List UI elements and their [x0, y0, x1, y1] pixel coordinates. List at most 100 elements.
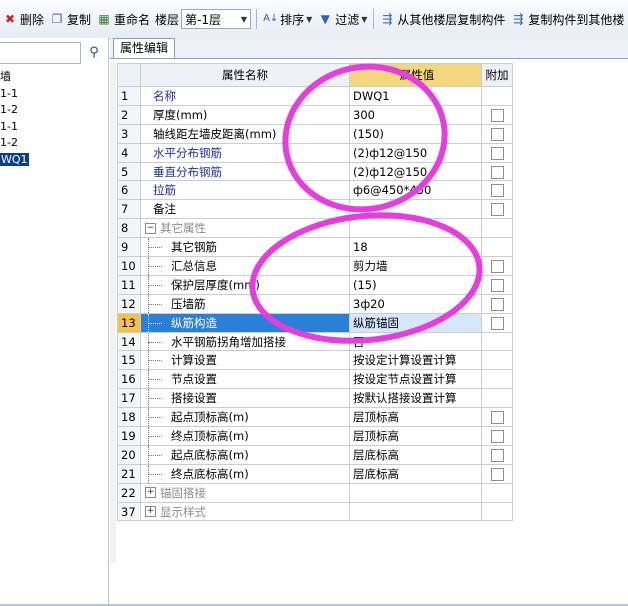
property-value[interactable] — [349, 199, 482, 220]
property-value[interactable]: 3ф20 — [349, 293, 482, 314]
copy-from-other-floors-button[interactable]: ⇶ 从其他楼层复制构件 — [377, 8, 508, 30]
header-name[interactable]: 属性名称 — [140, 63, 350, 87]
property-name-cell[interactable]: 汇总信息 — [140, 256, 350, 276]
collapse-icon[interactable]: − — [145, 222, 156, 234]
search-input[interactable] — [0, 42, 81, 64]
attach-checkbox[interactable] — [490, 259, 504, 273]
property-name-cell[interactable]: 保护层厚度(mm) — [140, 274, 350, 295]
grid-row[interactable]: 11 保护层厚度(mm) (15) — [117, 274, 513, 295]
attach-checkbox[interactable] — [490, 411, 504, 425]
tree-item[interactable]: 1-1 — [0, 86, 108, 103]
property-name-cell[interactable]: 水平分布钢筋 — [140, 142, 350, 163]
grid-row[interactable]: 1 名称 DWQ1 — [117, 86, 513, 106]
property-value[interactable]: ф6@450*450 — [349, 180, 482, 201]
attach-checkbox[interactable] — [490, 448, 504, 462]
grid-row[interactable]: 3 轴线距左墙皮距离(mm) (150) — [117, 123, 513, 144]
grid-row[interactable]: 21 终点底标高(m) 层底标高 — [117, 463, 513, 484]
property-value[interactable]: 300 — [349, 104, 482, 125]
property-name-cell[interactable]: 计算设置 — [140, 350, 350, 371]
grid-row[interactable]: 9 其它钢筋 18 — [117, 237, 513, 258]
attach-checkbox[interactable] — [490, 297, 504, 311]
property-name-cell[interactable]: 拉筋 — [140, 180, 350, 201]
property-value[interactable]: 层底标高 — [349, 463, 482, 484]
property-name-cell[interactable]: 压墙筋 — [140, 293, 350, 314]
property-value[interactable]: 18 — [349, 237, 482, 258]
attach-checkbox[interactable] — [490, 165, 504, 179]
attach-checkbox[interactable] — [490, 108, 504, 122]
property-value[interactable]: 纵筋锚固 — [349, 312, 482, 333]
property-value[interactable]: 层底标高 — [349, 444, 482, 465]
attach-checkbox[interactable] — [490, 127, 504, 141]
property-name-cell[interactable]: 水平钢筋拐角增加搭接 — [140, 331, 350, 352]
grid-row[interactable]: 20 起点底标高(m) 层底标高 — [117, 444, 513, 465]
property-value[interactable]: (2)ф12@150 — [349, 161, 482, 182]
tree-item[interactable]: WQ1 — [0, 152, 108, 169]
property-name-cell[interactable]: − 其它属性 — [140, 218, 350, 239]
attach-checkbox[interactable] — [490, 429, 504, 443]
attach-checkbox[interactable] — [490, 203, 504, 217]
grid-row[interactable]: 18 起点顶标高(m) 层顶标高 — [117, 407, 513, 428]
property-name-cell[interactable]: 终点顶标高(m) — [140, 426, 350, 446]
property-name-cell[interactable]: 纵筋构造 — [140, 312, 350, 333]
grid-row[interactable]: 15 计算设置 按设定计算设置计算 — [117, 350, 513, 371]
property-value[interactable]: 剪力墙 — [349, 256, 482, 276]
attach-checkbox[interactable] — [490, 146, 504, 160]
tab-property-edit[interactable]: 属性编辑 — [113, 38, 176, 58]
header-value[interactable]: 属性值 — [349, 63, 482, 87]
property-name-cell[interactable]: 其它钢筋 — [140, 237, 350, 258]
property-name-cell[interactable]: 轴线距左墙皮距离(mm) — [140, 123, 350, 144]
property-value[interactable]: (150) — [349, 123, 482, 144]
grid-row[interactable]: 6 拉筋 ф6@450*450 — [117, 180, 513, 201]
search-icon[interactable]: ⚲ — [84, 43, 104, 63]
tree-item[interactable]: 1-1 — [0, 119, 108, 136]
property-name-cell[interactable]: 名称 — [140, 86, 350, 106]
copy-to-other-floors-button[interactable]: ⇶ 复制构件到其他楼 — [508, 8, 627, 30]
property-name-cell[interactable]: 垂直分布钢筋 — [140, 161, 350, 182]
rename-button[interactable]: ▦ 重命名 — [94, 8, 153, 30]
tree-item[interactable]: 1-2 — [0, 102, 108, 119]
expand-icon[interactable]: + — [145, 487, 156, 499]
grid-row[interactable]: 13 纵筋构造 纵筋锚固 — [117, 312, 513, 333]
property-name-cell[interactable]: 搭接设置 — [140, 388, 350, 409]
grid-row[interactable]: 17 搭接设置 按默认搭接设置计算 — [117, 388, 513, 409]
property-name-cell[interactable]: 起点底标高(m) — [140, 444, 350, 465]
property-name-cell[interactable]: + 显示样式 — [140, 501, 350, 522]
grid-row[interactable]: 2 厚度(mm) 300 — [117, 104, 513, 125]
attach-checkbox[interactable] — [490, 316, 504, 330]
property-name-cell[interactable]: 厚度(mm) — [140, 104, 350, 125]
property-name-cell[interactable]: 备注 — [140, 199, 350, 220]
tree-item[interactable]: 1-2 — [0, 135, 108, 152]
property-name-cell[interactable]: + 锚固搭接 — [140, 482, 350, 503]
property-value[interactable]: 按默认搭接设置计算 — [349, 388, 482, 409]
grid-row[interactable]: 14 水平钢筋拐角增加搭接 否 — [117, 331, 513, 352]
attach-checkbox[interactable] — [490, 278, 504, 292]
grid-row[interactable]: 19 终点顶标高(m) 层顶标高 — [117, 426, 513, 446]
grid-row[interactable]: 16 节点设置 按设定节点设置计算 — [117, 369, 513, 390]
property-value[interactable]: 层顶标高 — [349, 426, 482, 446]
grid-row[interactable]: 4 水平分布钢筋 (2)ф12@150 — [117, 142, 513, 163]
floor-select[interactable]: 第-1层 ▼ — [181, 9, 252, 29]
delete-button[interactable]: ✖ 删除 — [0, 8, 47, 30]
copy-button[interactable]: ❐ 复制 — [47, 8, 94, 30]
property-value[interactable]: DWQ1 — [349, 86, 482, 106]
property-value[interactable]: 层顶标高 — [349, 407, 482, 428]
property-name-cell[interactable]: 起点顶标高(m) — [140, 407, 350, 428]
grid-row[interactable]: 10 汇总信息 剪力墙 — [117, 256, 513, 276]
property-name-cell[interactable]: 节点设置 — [140, 369, 350, 390]
property-name-cell[interactable]: 终点底标高(m) — [140, 463, 350, 484]
property-value[interactable]: 否 — [349, 331, 482, 352]
grid-row[interactable]: 12 压墙筋 3ф20 — [117, 293, 513, 314]
grid-row[interactable]: 37 + 显示样式 — [117, 501, 513, 522]
grid-row[interactable]: 5 垂直分布钢筋 (2)ф12@150 — [117, 161, 513, 182]
property-value[interactable]: 按设定节点设置计算 — [349, 369, 482, 390]
attach-checkbox[interactable] — [490, 467, 504, 481]
property-value[interactable]: (2)ф12@150 — [349, 142, 482, 163]
grid-row[interactable]: 22 + 锚固搭接 — [117, 482, 513, 503]
header-add[interactable]: 附加 — [481, 63, 513, 87]
property-value[interactable]: (15) — [349, 274, 482, 295]
sort-button[interactable]: A↓ 排序 ▼ — [260, 8, 315, 30]
property-value[interactable]: 按设定计算设置计算 — [349, 350, 482, 371]
tree-item[interactable]: 墙 — [0, 69, 108, 86]
expand-icon[interactable]: + — [145, 506, 156, 518]
grid-row[interactable]: 8− 其它属性 — [117, 218, 513, 239]
